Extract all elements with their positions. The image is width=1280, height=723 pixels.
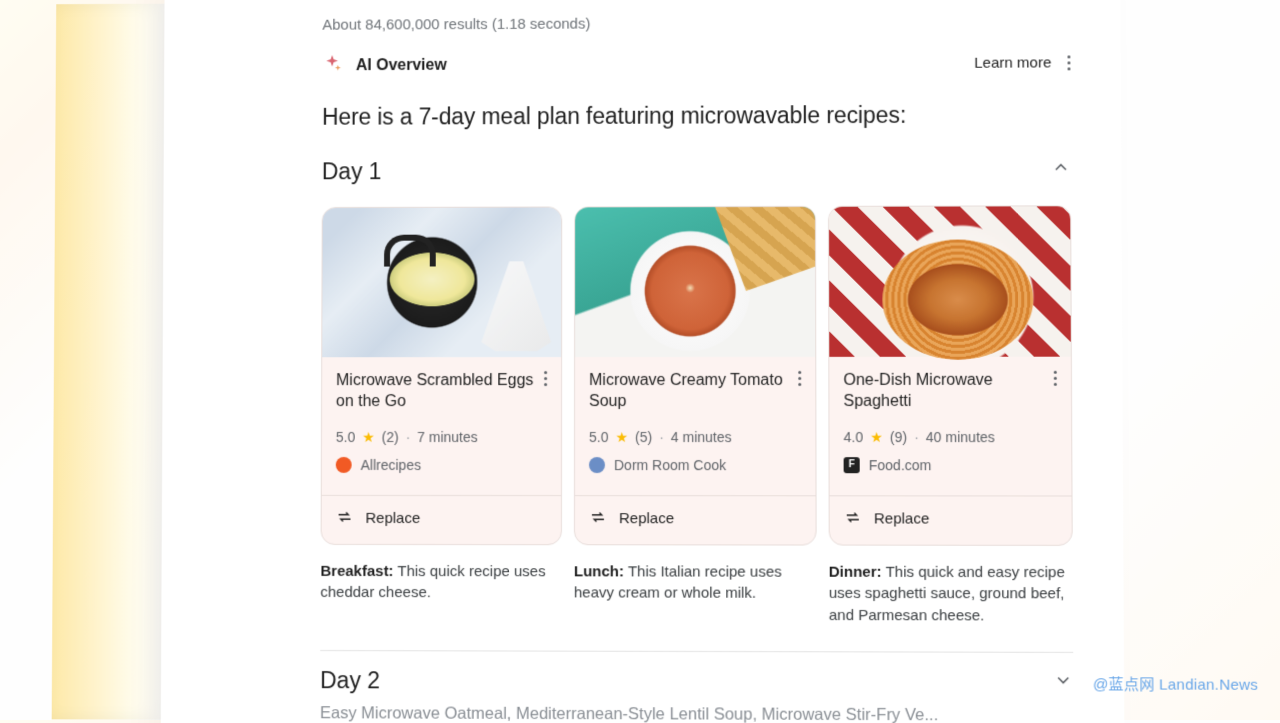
meal-label: Dinner: [829, 563, 882, 580]
more-options-icon[interactable] [1067, 55, 1070, 70]
source-favicon [589, 457, 605, 473]
recipe-rating: 5.0 [336, 429, 355, 445]
replace-button[interactable]: Replace [830, 495, 1072, 545]
page-fold-decoration [52, 4, 165, 720]
replace-label: Replace [619, 510, 674, 527]
learn-more-link[interactable]: Learn more [974, 54, 1051, 71]
recipe-title: Microwave Scrambled Eggs on the Go [336, 371, 538, 413]
recipe-card[interactable]: One-Dish Microwave Spaghetti 4.0 ★ (9) ·… [828, 205, 1073, 545]
recipe-duration: 40 minutes [926, 429, 995, 445]
recipe-title: Microwave Creamy Tomato Soup [589, 371, 792, 413]
day-1-title: Day 1 [322, 158, 382, 185]
ai-sparkle-icon [322, 53, 342, 78]
recipe-card[interactable]: Microwave Scrambled Eggs on the Go 5.0 ★… [321, 206, 563, 544]
replace-button[interactable]: Replace [322, 494, 561, 543]
separator: · [659, 429, 664, 445]
recipe-rating: 5.0 [589, 429, 608, 445]
ai-overview-intro: Here is a 7-day meal plan featuring micr… [322, 101, 1101, 130]
star-icon: ★ [615, 430, 628, 444]
meal-description: Breakfast: This quick recipe uses chedda… [320, 560, 562, 626]
result-stats: About 84,600,000 results (1.18 seconds) [322, 13, 1100, 33]
separator: · [406, 429, 411, 445]
source-favicon: F [844, 457, 860, 473]
ai-overview-label: AI Overview [356, 56, 447, 74]
meal-label: Lunch: [574, 563, 624, 580]
meal-description: Dinner: This quick and easy recipe uses … [829, 561, 1073, 627]
watermark: @蓝点网 Landian.News [1093, 673, 1258, 695]
recipe-reviews: (5) [635, 429, 652, 445]
swap-icon [336, 507, 354, 529]
search-results-sheet: About 84,600,000 results (1.18 seconds) … [160, 0, 1124, 723]
recipe-duration: 7 minutes [417, 429, 478, 445]
swap-icon [844, 508, 862, 530]
replace-button[interactable]: Replace [575, 495, 816, 544]
recipe-card[interactable]: Microwave Creamy Tomato Soup 5.0 ★ (5) ·… [574, 206, 817, 545]
meal-label: Breakfast: [320, 562, 393, 579]
recipe-reviews: (9) [890, 429, 907, 445]
card-more-icon[interactable] [798, 371, 801, 386]
card-more-icon[interactable] [1054, 371, 1057, 386]
source-favicon [336, 457, 352, 473]
recipe-duration: 4 minutes [671, 429, 732, 445]
separator: · [914, 429, 919, 445]
chevron-up-icon[interactable] [1051, 157, 1071, 182]
swap-icon [589, 508, 607, 530]
recipe-title: One-Dish Microwave Spaghetti [843, 371, 1047, 413]
recipe-image [829, 206, 1071, 357]
recipe-source: Dorm Room Cook [614, 457, 726, 473]
star-icon: ★ [870, 430, 883, 444]
replace-label: Replace [874, 511, 929, 528]
day-2-summary: Easy Microwave Oatmeal, Mediterranean-St… [320, 704, 1104, 723]
recipe-image [575, 207, 815, 357]
recipe-source: Allrecipes [361, 457, 421, 473]
replace-label: Replace [365, 510, 420, 527]
recipe-rating: 4.0 [844, 429, 864, 445]
divider [320, 650, 1073, 653]
day-2-title: Day 2 [320, 667, 380, 694]
recipe-image [322, 207, 561, 357]
star-icon: ★ [362, 430, 375, 444]
meal-description: Lunch: This Italian recipe uses heavy cr… [574, 561, 817, 627]
chevron-down-icon[interactable] [1053, 670, 1073, 695]
recipe-reviews: (2) [382, 429, 399, 445]
recipe-source: Food.com [869, 457, 932, 473]
card-more-icon[interactable] [544, 371, 547, 386]
